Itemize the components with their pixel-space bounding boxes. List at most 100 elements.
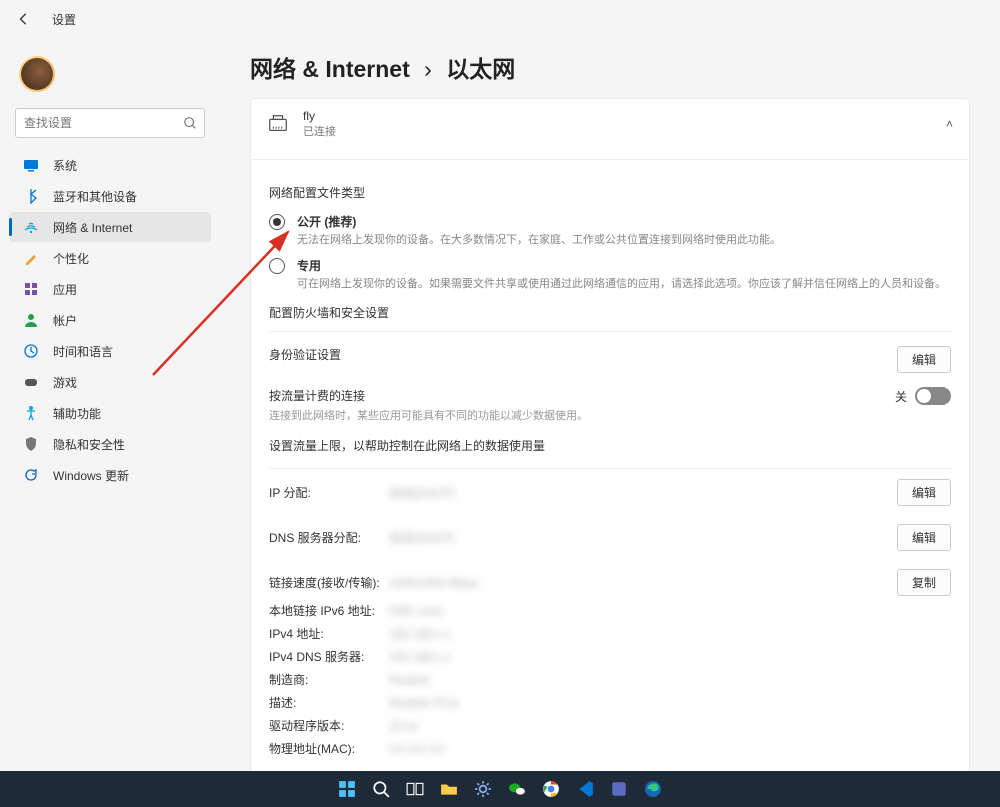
sidebar-item-bluetooth[interactable]: 蓝牙和其他设备: [9, 181, 211, 211]
copy-button[interactable]: 复制: [897, 569, 951, 596]
vscode-icon[interactable]: [571, 775, 599, 803]
accessibility-icon: [23, 405, 39, 421]
sidebar-item-update[interactable]: Windows 更新: [9, 460, 211, 490]
sidebar-item-label: 系统: [53, 157, 77, 174]
link-speed-value: 1000/1000 Mbps: [389, 576, 478, 590]
window-title: 设置: [52, 11, 76, 28]
mac-value: XX-XX-XX: [389, 742, 445, 756]
avatar: [19, 56, 55, 92]
taskbar[interactable]: [0, 771, 1000, 807]
metered-toggle[interactable]: [915, 387, 951, 405]
sidebar: 系统 蓝牙和其他设备 网络 & Internet 个性化 应用 帐户 时间和语言…: [0, 38, 220, 771]
driver-label: 驱动程序版本:: [269, 717, 389, 734]
shield-icon: [23, 436, 39, 452]
profile[interactable]: [5, 48, 215, 104]
metered-desc: 连接到此网络时，某些应用可能具有不同的功能以减少数据使用。: [269, 407, 588, 423]
explorer-icon[interactable]: [435, 775, 463, 803]
profile-type-title: 网络配置文件类型: [269, 184, 951, 201]
auth-edit-button[interactable]: 编辑: [897, 346, 951, 373]
breadcrumb-part1[interactable]: 网络 & Internet: [250, 56, 410, 82]
sidebar-item-label: 时间和语言: [53, 343, 113, 360]
sidebar-item-label: 隐私和安全性: [53, 436, 125, 453]
app-icon[interactable]: [605, 775, 633, 803]
apps-icon: [23, 281, 39, 297]
content: 网络 & Internet › 以太网 fly 已连接 ˄ 网络配置文件类型 公…: [220, 38, 1000, 771]
network-icon: [23, 219, 39, 235]
ethernet-icon: [267, 113, 289, 135]
edge-icon[interactable]: [639, 775, 667, 803]
wechat-icon[interactable]: [503, 775, 531, 803]
search-icon: [183, 116, 197, 130]
sidebar-item-privacy[interactable]: 隐私和安全性: [9, 429, 211, 459]
sidebar-item-personalization[interactable]: 个性化: [9, 243, 211, 273]
settings-icon[interactable]: [469, 775, 497, 803]
link-speed-label: 链接速度(接收/传输):: [269, 574, 389, 591]
taskbar-search-icon[interactable]: [367, 775, 395, 803]
desc-label: 描述:: [269, 694, 389, 711]
nav: 系统 蓝牙和其他设备 网络 & Internet 个性化 应用 帐户 时间和语言…: [5, 150, 215, 490]
sidebar-item-label: Windows 更新: [53, 467, 129, 484]
accounts-icon: [23, 312, 39, 328]
ipv4-label: IPv4 地址:: [269, 625, 389, 642]
auth-title: 身份验证设置: [269, 346, 341, 363]
sidebar-item-label: 辅助功能: [53, 405, 101, 422]
ip-assign-value: 自动(DHCP): [389, 484, 455, 501]
search-input[interactable]: [15, 108, 205, 138]
radio-private-label: 专用: [297, 257, 946, 274]
radio-private[interactable]: [269, 258, 285, 274]
adapter-status: 已连接: [303, 123, 336, 139]
radio-public[interactable]: [269, 214, 285, 230]
chevron-right-icon: ›: [424, 56, 432, 82]
start-button[interactable]: [333, 775, 361, 803]
arrow-left-icon: [17, 12, 31, 26]
mac-label: 物理地址(MAC):: [269, 740, 389, 757]
dns-edit-button[interactable]: 编辑: [897, 524, 951, 551]
chrome-icon[interactable]: [537, 775, 565, 803]
sidebar-item-accounts[interactable]: 帐户: [9, 305, 211, 335]
sidebar-item-time[interactable]: 时间和语言: [9, 336, 211, 366]
sidebar-item-label: 帐户: [53, 312, 77, 329]
bluetooth-icon: [23, 188, 39, 204]
sidebar-item-accessibility[interactable]: 辅助功能: [9, 398, 211, 428]
sidebar-item-gaming[interactable]: 游戏: [9, 367, 211, 397]
dns-assign-label: DNS 服务器分配:: [269, 529, 389, 546]
driver-value: 10.xx: [389, 719, 418, 733]
adapter-name: fly: [303, 109, 336, 123]
search-box[interactable]: [15, 108, 205, 138]
ipv6-label: 本地链接 IPv6 地址:: [269, 602, 389, 619]
radio-public-label: 公开 (推荐): [297, 213, 781, 230]
chevron-up-icon: ˄: [946, 117, 953, 131]
sidebar-item-label: 蓝牙和其他设备: [53, 188, 137, 205]
personalization-icon: [23, 250, 39, 266]
gaming-icon: [23, 374, 39, 390]
adapter-card[interactable]: fly 已连接 ˄ 网络配置文件类型 公开 (推荐) 无法在网络上发现你的设备。…: [250, 98, 970, 771]
sidebar-item-network[interactable]: 网络 & Internet: [9, 212, 211, 242]
sidebar-item-label: 个性化: [53, 250, 89, 267]
back-button[interactable]: [16, 11, 32, 27]
sidebar-item-system[interactable]: 系统: [9, 150, 211, 180]
toggle-state: 关: [895, 388, 907, 405]
update-icon: [23, 467, 39, 483]
time-icon: [23, 343, 39, 359]
breadcrumb: 网络 & Internet › 以太网: [250, 50, 970, 84]
dns4-value: 192.168.x.x: [389, 650, 451, 664]
mfr-value: Realtek: [389, 673, 430, 687]
ip-edit-button[interactable]: 编辑: [897, 479, 951, 506]
dns4-label: IPv4 DNS 服务器:: [269, 648, 389, 665]
dns-assign-value: 自动(DHCP): [389, 529, 455, 546]
mfr-label: 制造商:: [269, 671, 389, 688]
sidebar-item-apps[interactable]: 应用: [9, 274, 211, 304]
sidebar-item-label: 应用: [53, 281, 77, 298]
radio-public-desc: 无法在网络上发现你的设备。在大多数情况下，在家庭、工作或公共位置连接到网络时使用…: [297, 232, 781, 249]
ip-assign-label: IP 分配:: [269, 484, 389, 501]
taskview-icon[interactable]: [401, 775, 429, 803]
desc-value: Realtek PCIe: [389, 696, 460, 710]
sidebar-item-label: 网络 & Internet: [53, 219, 132, 236]
metered-note[interactable]: 设置流量上限，以帮助控制在此网络上的数据使用量: [269, 437, 951, 454]
metered-title: 按流量计费的连接: [269, 387, 588, 404]
breadcrumb-part2: 以太网: [446, 56, 515, 82]
radio-private-desc: 可在网络上发现你的设备。如果需要文件共享或使用通过此网络通信的应用，请选择此选项…: [297, 276, 946, 293]
system-icon: [23, 157, 39, 173]
firewall-link[interactable]: 配置防火墙和安全设置: [269, 304, 951, 321]
ipv4-value: 192.168.x.x: [389, 627, 451, 641]
